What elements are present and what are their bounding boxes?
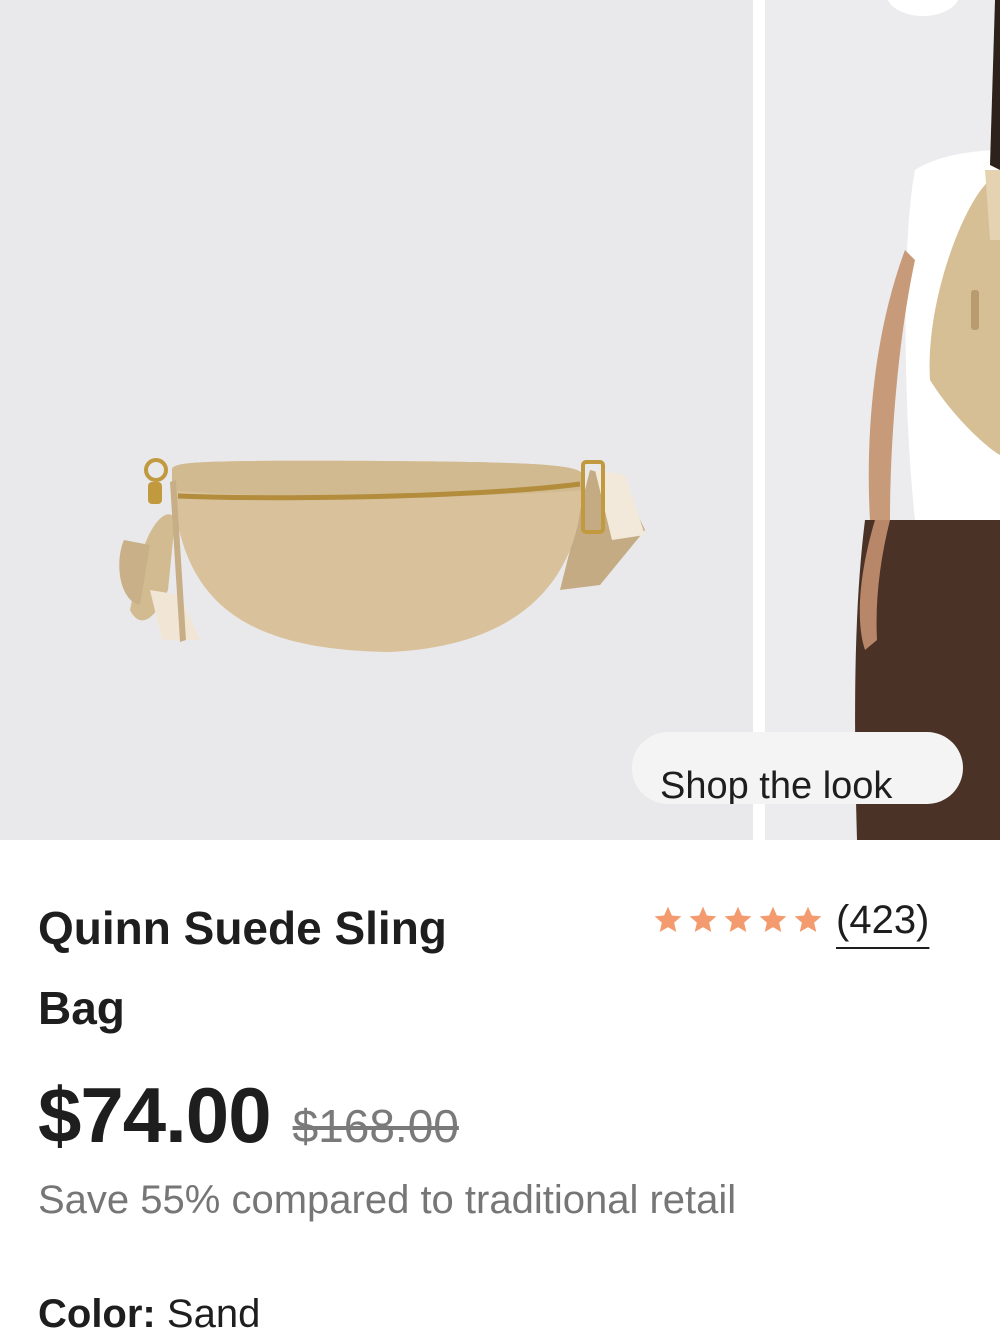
reviews-count-link[interactable]: (423) xyxy=(836,898,929,943)
product-title: Quinn Suede Sling Bag xyxy=(38,888,598,1048)
star-icon xyxy=(724,906,752,932)
star-icon xyxy=(794,906,822,932)
star-icon xyxy=(759,906,787,932)
original-price: $168.00 xyxy=(292,1100,459,1152)
sling-bag-image xyxy=(119,458,645,652)
color-label: Color: xyxy=(38,1292,156,1333)
star-icon xyxy=(689,906,717,932)
product-title-line2: Bag xyxy=(38,982,125,1034)
color-selector-label: Color: Sand xyxy=(38,1292,260,1333)
price-row: $74.00 $168.00 xyxy=(38,1070,459,1161)
color-value: Sand xyxy=(166,1292,261,1333)
product-title-line1: Quinn Suede Sling xyxy=(38,902,447,954)
star-rating xyxy=(652,904,824,936)
product-image-gallery[interactable]: Shop the look xyxy=(0,0,1000,840)
shop-the-look-button[interactable]: Shop the look xyxy=(632,732,963,804)
product-image-main[interactable] xyxy=(0,0,753,840)
model-wearing-bag-image xyxy=(855,0,1000,840)
product-image-model[interactable] xyxy=(765,0,1000,840)
star-icon xyxy=(654,906,682,932)
sale-price: $74.00 xyxy=(38,1071,272,1159)
product-rating: (423) xyxy=(652,890,929,950)
savings-text: Save 55% compared to traditional retail xyxy=(38,1178,737,1222)
shop-the-look-label: Shop the look xyxy=(660,765,893,804)
